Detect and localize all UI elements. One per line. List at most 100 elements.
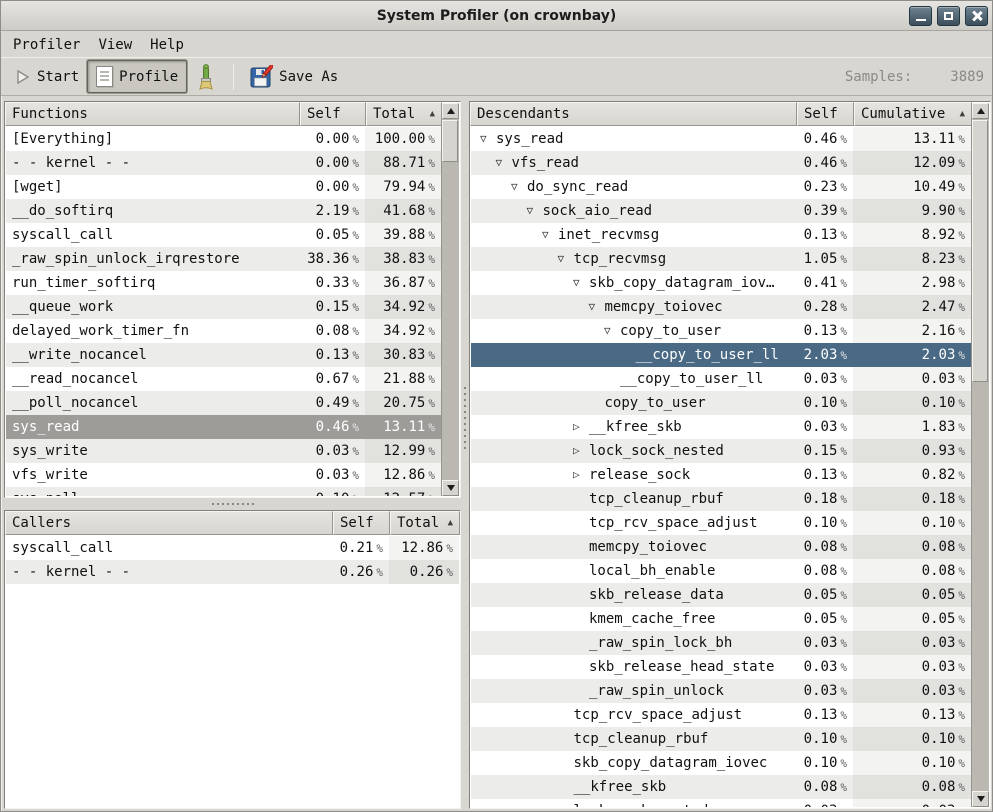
maximize-button[interactable] (937, 6, 960, 26)
column-header-total[interactable]: Total▲ (390, 511, 460, 535)
reset-brush-button[interactable] (187, 60, 225, 93)
scrollbar-trough[interactable] (972, 119, 989, 791)
profile-toggle-button[interactable]: Profile (87, 60, 187, 93)
scroll-down-button[interactable] (972, 791, 989, 807)
table-row[interactable]: ▷lock_sock_nested0.15%0.93% (471, 439, 971, 463)
collapsed-expander-icon[interactable]: ▷ (573, 415, 589, 439)
scrollbar-thumb[interactable] (972, 120, 988, 382)
table-row[interactable]: lock_sock_nested0.03%0.03% (471, 799, 971, 807)
column-header-functions[interactable]: Functions (5, 102, 300, 126)
table-row[interactable]: tcp_cleanup_rbuf0.18%0.18% (471, 487, 971, 511)
expanded-expander-icon[interactable]: ▽ (511, 175, 527, 199)
expanded-expander-icon[interactable]: ▽ (542, 223, 558, 247)
collapsed-expander-icon[interactable]: ▷ (573, 463, 589, 487)
column-header-callers[interactable]: Callers (5, 511, 333, 535)
table-row[interactable]: ▽do_sync_read0.23%10.49% (471, 175, 971, 199)
expanded-expander-icon[interactable]: ▽ (496, 151, 512, 175)
percent-sign: % (376, 542, 383, 555)
table-row[interactable]: sys_poll0.10%12.57% (6, 487, 441, 496)
percent-sign: % (958, 685, 965, 698)
table-row[interactable]: sys_write0.03%12.99% (6, 439, 441, 463)
table-row[interactable]: ▽copy_to_user0.13%2.16% (471, 319, 971, 343)
scroll-down-button[interactable] (442, 480, 459, 496)
function-name-cell: sys_poll (6, 487, 299, 496)
function-name: sock_aio_read (543, 199, 653, 223)
table-row[interactable]: tcp_cleanup_rbuf0.10%0.10% (471, 727, 971, 751)
table-row[interactable]: ▷release_sock0.13%0.82% (471, 463, 971, 487)
table-row[interactable]: _raw_spin_lock_bh0.03%0.03% (471, 631, 971, 655)
table-row[interactable]: __poll_nocancel0.49%20.75% (6, 391, 441, 415)
descendants-scrollbar[interactable] (971, 103, 989, 807)
table-row[interactable]: tcp_rcv_space_adjust0.13%0.13% (471, 703, 971, 727)
horizontal-splitter[interactable] (4, 498, 461, 510)
table-row[interactable]: __write_nocancel0.13%30.83% (6, 343, 441, 367)
start-button[interactable]: Start (7, 60, 87, 93)
percent-value: 0.18 (804, 491, 838, 507)
title-bar[interactable]: System Profiler (on crownbay) (1, 1, 992, 31)
table-row[interactable]: - - kernel - -0.00%88.71% (6, 151, 441, 175)
scrollbar-thumb[interactable] (442, 120, 458, 162)
table-row[interactable]: ▽memcpy_toiovec0.28%2.47% (471, 295, 971, 319)
table-row[interactable]: __read_nocancel0.67%21.88% (6, 367, 441, 391)
table-row[interactable]: syscall_call0.21%12.86% (6, 536, 459, 560)
expanded-expander-icon[interactable]: ▽ (589, 295, 605, 319)
minimize-button[interactable] (909, 6, 932, 26)
table-row[interactable]: memcpy_toiovec0.08%0.08% (471, 535, 971, 559)
collapsed-expander-icon[interactable]: ▷ (573, 439, 589, 463)
table-row[interactable]: __copy_to_user_ll0.03%0.03% (471, 367, 971, 391)
table-row[interactable]: ▽sock_aio_read0.39%9.90% (471, 199, 971, 223)
table-row[interactable]: ▽vfs_read0.46%12.09% (471, 151, 971, 175)
table-row[interactable]: delayed_work_timer_fn0.08%34.92% (6, 319, 441, 343)
scroll-up-button[interactable] (972, 103, 989, 119)
table-row[interactable]: __queue_work0.15%34.92% (6, 295, 441, 319)
menu-view[interactable]: View (98, 35, 140, 55)
table-row[interactable]: __copy_to_user_ll2.03%2.03% (471, 343, 971, 367)
table-row[interactable]: ▷__kfree_skb0.03%1.83% (471, 415, 971, 439)
table-row[interactable]: run_timer_softirq0.33%36.87% (6, 271, 441, 295)
column-header-self[interactable]: Self (797, 102, 854, 126)
table-row[interactable]: skb_release_data0.05%0.05% (471, 583, 971, 607)
table-row[interactable]: vfs_write0.03%12.86% (6, 463, 441, 487)
table-row[interactable]: ▽skb_copy_datagram_iov…0.41%2.98% (471, 271, 971, 295)
column-header-self[interactable]: Self (333, 511, 390, 535)
table-row[interactable]: sys_read0.46%13.11% (6, 415, 441, 439)
table-row[interactable]: ▽inet_recvmsg0.13%8.92% (471, 223, 971, 247)
table-row[interactable]: kmem_cache_free0.05%0.05% (471, 607, 971, 631)
table-row[interactable]: - - kernel - -0.26%0.26% (6, 560, 459, 584)
function-name: lock_sock_nested (589, 439, 724, 463)
scroll-up-button[interactable] (442, 103, 459, 119)
expanded-expander-icon[interactable]: ▽ (604, 319, 620, 343)
menu-help[interactable]: Help (150, 35, 192, 55)
table-row[interactable]: skb_release_head_state0.03%0.03% (471, 655, 971, 679)
table-row[interactable]: local_bh_enable0.08%0.08% (471, 559, 971, 583)
column-header-cumulative[interactable]: Cumulative▲ (854, 102, 972, 126)
close-button[interactable] (965, 6, 988, 26)
expanded-expander-icon[interactable]: ▽ (558, 247, 574, 271)
save-as-button[interactable]: Save As (242, 60, 346, 93)
table-row[interactable]: __do_softirq2.19%41.68% (6, 199, 441, 223)
column-header-descendants[interactable]: Descendants (470, 102, 797, 126)
functions-scrollbar[interactable] (441, 103, 459, 496)
expanded-expander-icon[interactable]: ▽ (573, 271, 589, 295)
total-cell: 13.11% (853, 127, 971, 151)
table-row[interactable]: [wget]0.00%79.94% (6, 175, 441, 199)
table-row[interactable]: tcp_rcv_space_adjust0.10%0.10% (471, 511, 971, 535)
table-row[interactable]: ▽tcp_recvmsg1.05%8.23% (471, 247, 971, 271)
table-row[interactable]: copy_to_user0.10%0.10% (471, 391, 971, 415)
self-cell: 0.08% (796, 535, 853, 559)
table-row[interactable]: skb_copy_datagram_iovec0.10%0.10% (471, 751, 971, 775)
column-header-self[interactable]: Self (300, 102, 366, 126)
scrollbar-trough[interactable] (442, 119, 459, 480)
menu-profiler[interactable]: Profiler (13, 35, 88, 55)
table-row[interactable]: syscall_call0.05%39.88% (6, 223, 441, 247)
table-row[interactable]: _raw_spin_unlock_irqrestore38.36%38.83% (6, 247, 441, 271)
expanded-expander-icon[interactable]: ▽ (527, 199, 543, 223)
function-name-cell: ▷release_sock (471, 463, 796, 487)
expanded-expander-icon[interactable]: ▽ (480, 127, 496, 151)
column-header-total[interactable]: Total▲ (366, 102, 442, 126)
table-row[interactable]: ▽sys_read0.46%13.11% (471, 127, 971, 151)
vertical-splitter[interactable] (461, 101, 469, 809)
table-row[interactable]: __kfree_skb0.08%0.08% (471, 775, 971, 799)
table-row[interactable]: _raw_spin_unlock0.03%0.03% (471, 679, 971, 703)
table-row[interactable]: [Everything]0.00%100.00% (6, 127, 441, 151)
